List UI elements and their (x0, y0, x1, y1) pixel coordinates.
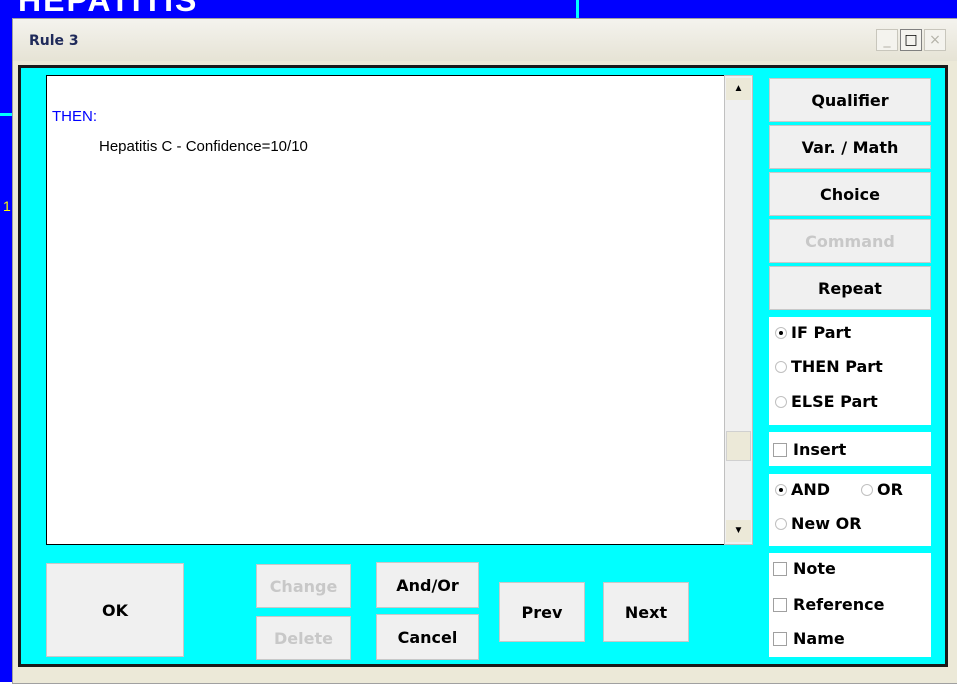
background-title-text: HEPATITIS (18, 0, 199, 18)
name-checkbox[interactable] (773, 631, 787, 646)
var-math-button[interactable]: Var. / Math (769, 125, 931, 169)
dialog-client-area: THEN: Hepatitis C - Confidence=10/10 ▲ ▼… (18, 65, 948, 667)
background-side-text: 1 (3, 198, 11, 214)
scroll-up-arrow-icon[interactable]: ▲ (726, 78, 751, 100)
dialog-title: Rule 3 (29, 33, 79, 49)
reference-label: Reference (793, 595, 885, 614)
and-or-button[interactable]: And/Or (376, 562, 479, 608)
else-part-option[interactable]: ELSE Part (775, 392, 878, 411)
scroll-down-arrow-icon[interactable]: ▼ (726, 520, 751, 542)
rule-text-area[interactable]: THEN: Hepatitis C - Confidence=10/10 (46, 75, 736, 545)
insert-option[interactable]: Insert (773, 440, 846, 459)
name-label: Name (793, 629, 845, 648)
ok-button[interactable]: OK (46, 563, 184, 657)
if-part-option[interactable]: IF Part (775, 323, 851, 342)
cancel-button[interactable]: Cancel (376, 614, 479, 660)
scroll-thumb[interactable] (726, 431, 751, 461)
background-left-border (0, 0, 12, 682)
then-part-option[interactable]: THEN Part (775, 357, 883, 376)
or-label: OR (877, 480, 903, 499)
if-part-radio[interactable] (775, 326, 787, 339)
extras-checkbox-group: Note Reference Name (769, 553, 931, 657)
qualifier-button[interactable]: Qualifier (769, 78, 931, 122)
next-button[interactable]: Next (603, 582, 689, 642)
and-option[interactable]: AND (775, 480, 830, 499)
window-controls: _ □ × (876, 29, 946, 51)
dialog-titlebar[interactable]: Rule 3 _ □ × (13, 19, 957, 61)
or-option[interactable]: OR (861, 480, 903, 499)
minimize-button[interactable]: _ (876, 29, 898, 51)
command-button[interactable]: Command (769, 219, 931, 263)
and-label: AND (791, 480, 831, 499)
insert-checkbox[interactable] (773, 442, 787, 457)
reference-option[interactable]: Reference (773, 595, 884, 614)
choice-button[interactable]: Choice (769, 172, 931, 216)
or-radio[interactable] (861, 483, 873, 496)
vertical-scrollbar[interactable]: ▲ ▼ (724, 75, 753, 545)
delete-button[interactable]: Delete (256, 616, 351, 660)
name-option[interactable]: Name (773, 629, 845, 648)
close-button[interactable]: × (924, 29, 946, 51)
note-option[interactable]: Note (773, 559, 836, 578)
insert-panel: Insert (769, 432, 931, 466)
and-radio[interactable] (775, 483, 787, 496)
logic-radio-group: AND OR New OR (769, 474, 931, 546)
prev-button[interactable]: Prev (499, 582, 585, 642)
note-label: Note (793, 559, 836, 578)
else-part-label: ELSE Part (791, 392, 878, 411)
new-or-radio[interactable] (775, 517, 787, 530)
new-or-label: New OR (791, 514, 862, 533)
rule-conclusion-line: Hepatitis C - Confidence=10/10 (99, 138, 308, 155)
insert-label: Insert (793, 440, 847, 459)
repeat-button[interactable]: Repeat (769, 266, 931, 310)
else-part-radio[interactable] (775, 395, 787, 408)
new-or-option[interactable]: New OR (775, 514, 862, 533)
then-part-label: THEN Part (791, 357, 883, 376)
reference-checkbox[interactable] (773, 597, 787, 612)
rule-part-radio-group: IF Part THEN Part ELSE Part (769, 317, 931, 425)
change-button[interactable]: Change (256, 564, 351, 608)
then-label: THEN: (52, 108, 97, 125)
if-part-label: IF Part (791, 323, 852, 342)
maximize-button[interactable]: □ (900, 29, 922, 51)
note-checkbox[interactable] (773, 561, 787, 576)
then-part-radio[interactable] (775, 360, 787, 373)
rule-dialog: Rule 3 _ □ × THEN: Hepatitis C - Confide… (12, 18, 957, 684)
